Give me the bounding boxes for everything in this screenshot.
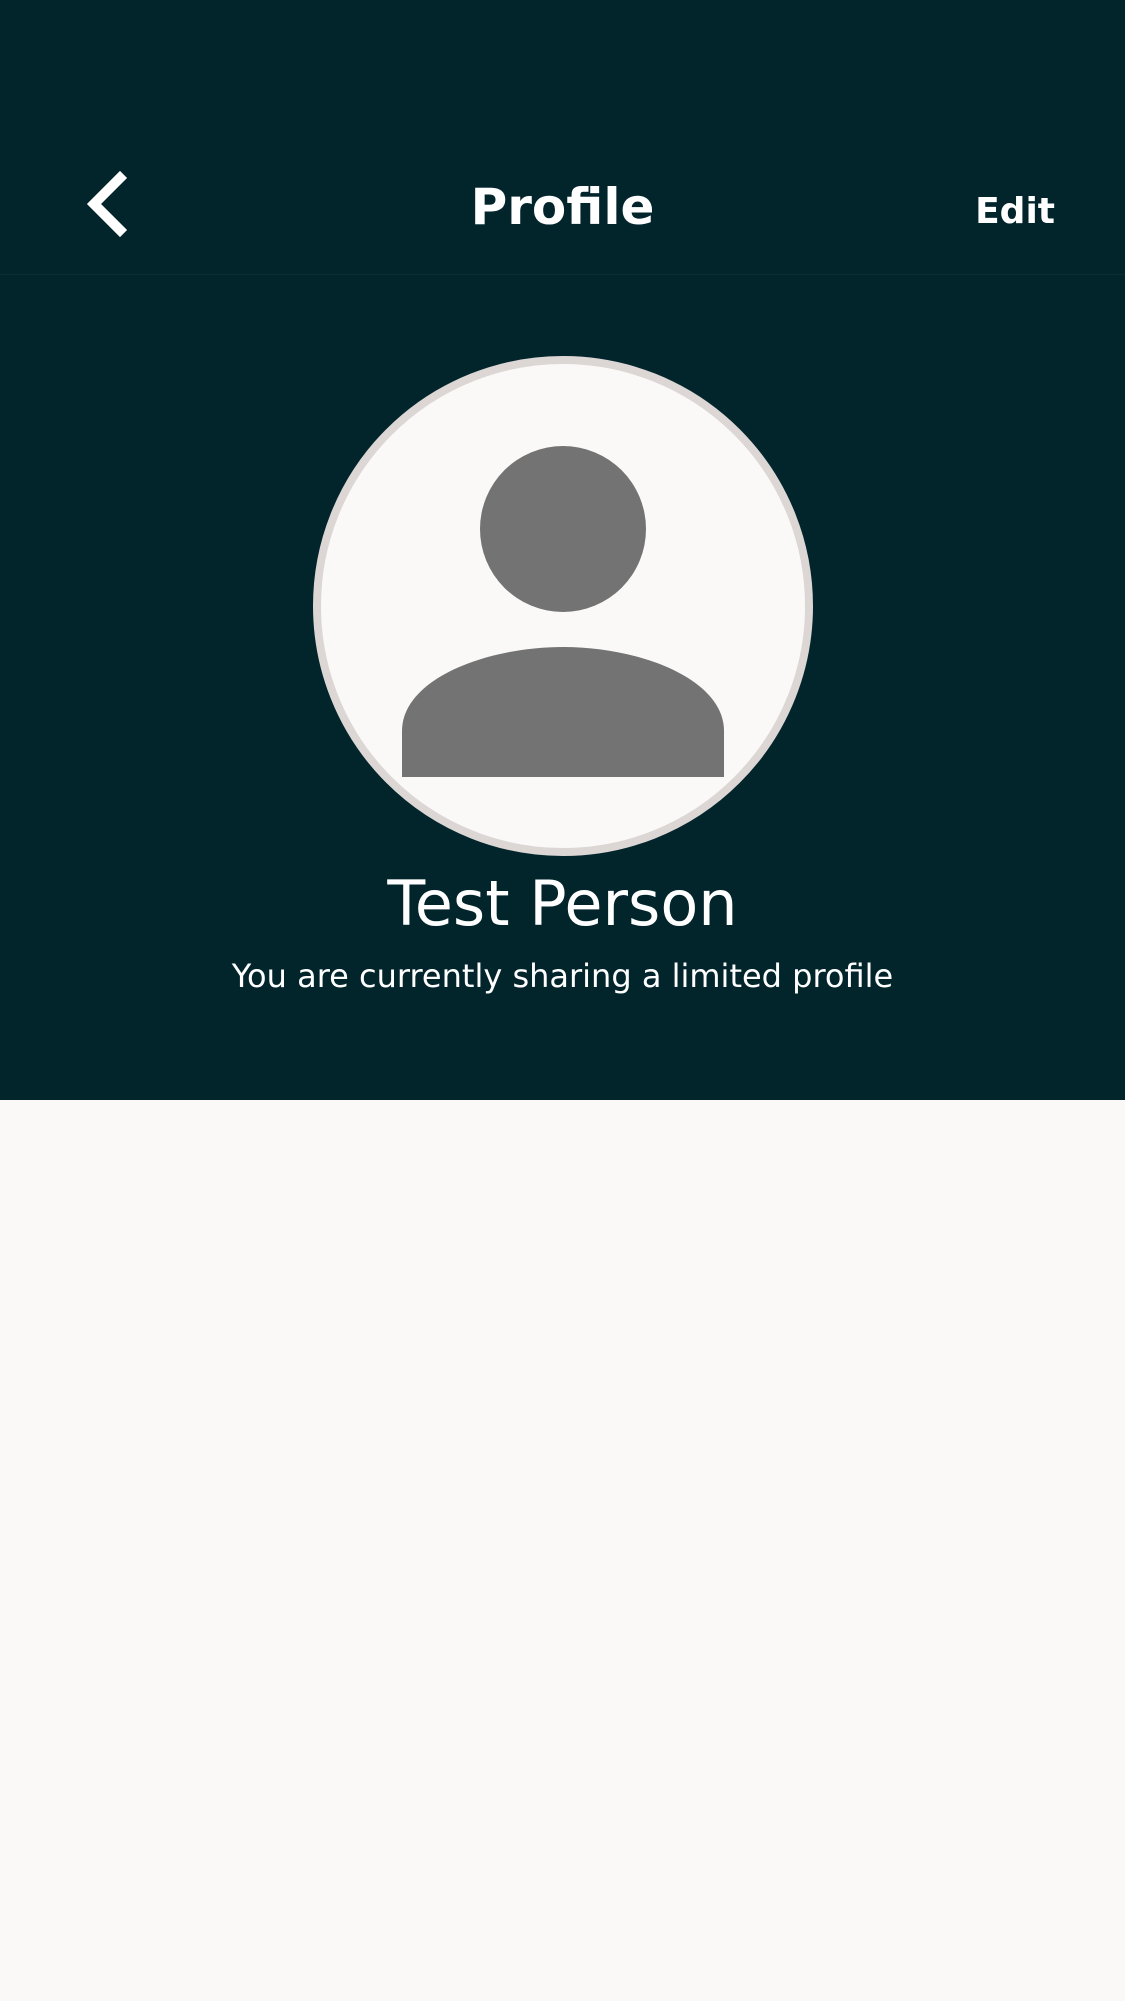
default-avatar-icon <box>402 446 724 777</box>
navigation-bar: Profile Edit <box>0 0 1125 275</box>
profile-header-section: Profile Edit Test Person You are current… <box>0 0 1125 1100</box>
sharing-status-text: You are currently sharing a limited prof… <box>231 957 894 995</box>
profile-name: Test Person <box>387 867 738 940</box>
page-title: Profile <box>470 178 655 236</box>
edit-button[interactable]: Edit <box>975 184 1055 240</box>
avatar[interactable] <box>313 356 813 856</box>
